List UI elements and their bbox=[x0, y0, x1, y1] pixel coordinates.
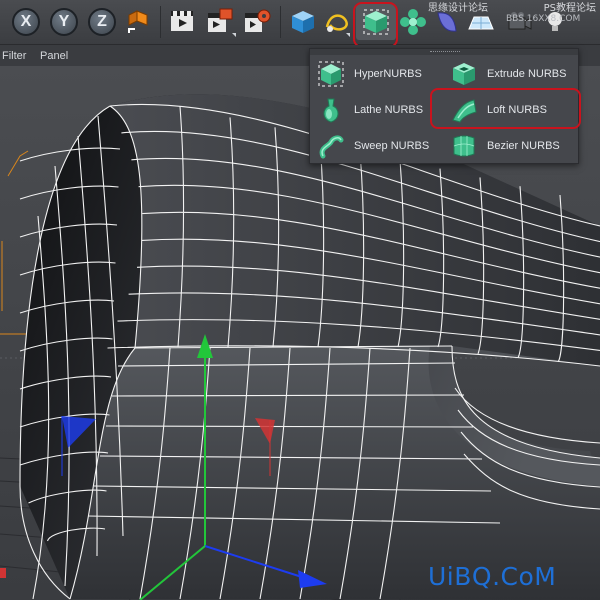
menu-item-hypernurbs[interactable]: HyperNURBS bbox=[312, 57, 444, 91]
array-flower-icon bbox=[400, 9, 426, 35]
menu-item-sweep-nurbs[interactable]: Sweep NURBS bbox=[312, 129, 444, 163]
separator bbox=[160, 6, 161, 38]
sweep-nurbs-icon bbox=[319, 135, 344, 159]
add-cube-button[interactable] bbox=[288, 7, 318, 37]
z-axis-lock-button[interactable]: Z bbox=[88, 8, 116, 36]
menu-item-bezier-nurbs[interactable]: Bezier NURBS bbox=[445, 129, 577, 163]
watermark-left-text: 思缘设计论坛 bbox=[428, 3, 488, 14]
toolbar: X Y Z 思缘设计论坛 PS教程论坛 BBS.16XX8.COM bbox=[0, 0, 600, 48]
menu-item-label: Sweep NURBS bbox=[354, 140, 430, 152]
menu-item-label: Bezier NURBS bbox=[487, 140, 560, 152]
render-settings-icon bbox=[245, 9, 271, 32]
separator bbox=[280, 6, 281, 38]
clapper-icon bbox=[171, 11, 193, 31]
watermark-right-text: PS教程论坛 bbox=[543, 3, 596, 14]
brand-watermark: UiBQ.CoM bbox=[428, 562, 557, 591]
x-label: X bbox=[20, 13, 32, 30]
world-coords-icon bbox=[128, 10, 148, 33]
render-to-picture-viewer-button[interactable] bbox=[204, 7, 234, 37]
render-view-button[interactable] bbox=[167, 7, 197, 37]
extrude-nurbs-icon bbox=[453, 63, 475, 85]
loft-nurbs-highlight bbox=[430, 88, 581, 129]
cube-icon bbox=[292, 11, 314, 33]
coordinate-system-button[interactable] bbox=[125, 7, 155, 37]
dropdown-arrow-icon bbox=[232, 33, 236, 37]
watermark-url-text: BBS.16XX8.COM bbox=[506, 14, 581, 24]
render-settings-button[interactable] bbox=[242, 7, 272, 37]
dropdown-arrow-icon bbox=[346, 33, 350, 37]
lathe-nurbs-icon bbox=[323, 98, 339, 123]
menu-item-label: Lathe NURBS bbox=[354, 104, 424, 116]
add-array-button[interactable] bbox=[398, 7, 428, 37]
x-axis-lock-button[interactable]: X bbox=[12, 8, 40, 36]
menu-item-extrude-nurbs[interactable]: Extrude NURBS bbox=[445, 57, 577, 91]
watermark: 思缘设计论坛 PS教程论坛 BBS.16XX8.COM bbox=[428, 3, 598, 24]
menu-item-lathe-nurbs[interactable]: Lathe NURBS bbox=[312, 93, 444, 127]
picture-viewer-icon bbox=[208, 8, 233, 32]
menu-item-label: Extrude NURBS bbox=[487, 68, 567, 80]
z-label: Z bbox=[97, 13, 107, 30]
nurbs-button-highlight bbox=[353, 2, 398, 48]
menu-item-label: HyperNURBS bbox=[354, 68, 422, 80]
y-axis-lock-button[interactable]: Y bbox=[50, 8, 78, 36]
hypernurbs-icon bbox=[318, 61, 344, 87]
menu-filter[interactable]: Filter bbox=[2, 50, 26, 62]
y-label: Y bbox=[58, 13, 70, 30]
menu-tear-off-handle[interactable] bbox=[310, 49, 578, 55]
menu-panel[interactable]: Panel bbox=[40, 50, 68, 62]
bezier-nurbs-icon bbox=[453, 135, 475, 157]
